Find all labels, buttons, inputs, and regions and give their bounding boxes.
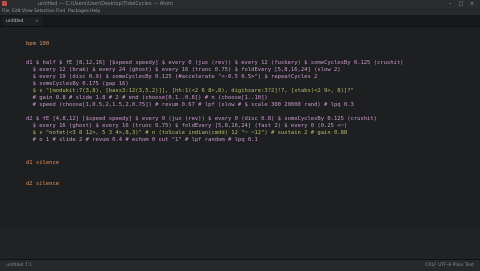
code-line-11[interactable]: d2 $ fE [4,8,12] [$speed speedy] $ every… bbox=[26, 116, 377, 123]
status-right: CRLF UTF-8 Plain Text bbox=[425, 263, 474, 268]
atom-app-icon bbox=[2, 1, 7, 6]
code-line-1[interactable]: bpm 100 bbox=[26, 41, 49, 48]
status-left: untitled 7:1 bbox=[6, 263, 33, 268]
code-line-8[interactable]: # gain 0.8 # slide 1.8 # 2 # end (choose… bbox=[26, 95, 268, 102]
menu-bar: File Edit View Selection Find Packages H… bbox=[0, 8, 480, 15]
menu-selection[interactable]: Selection bbox=[34, 9, 55, 14]
editor-window: untitled — C:\Users\User\Desktop\TidalCy… bbox=[0, 0, 480, 271]
status-bar: untitled 7:1 CRLF UTF-8 Plain Text bbox=[0, 259, 480, 271]
code-line-12[interactable]: $ every 16 (ghost) $ every 16 (trunc 0.7… bbox=[26, 123, 348, 130]
menu-find[interactable]: Find bbox=[56, 9, 65, 14]
vertical-scrollbar[interactable] bbox=[476, 27, 480, 227]
close-button[interactable]: × bbox=[468, 1, 476, 7]
minimize-button[interactable]: – bbox=[446, 1, 454, 7]
code-line-3[interactable]: d1 $ half $ fE [8,12,16] [$speed speedy]… bbox=[26, 60, 404, 67]
code-line-4[interactable]: $ every 12 (brak) $ every 24 (ghost) $ e… bbox=[26, 67, 341, 74]
menu-view[interactable]: View bbox=[22, 9, 33, 14]
code-line-20[interactable]: d2 silence bbox=[26, 181, 59, 188]
menu-help[interactable]: Help bbox=[90, 9, 100, 14]
code-line-6[interactable]: $ someCyclesBy 0.175 (gap 16) bbox=[26, 81, 129, 88]
code-line-7[interactable]: $ s "[modukit:7(3,8), [bass3:12(3,5,2)]]… bbox=[26, 88, 354, 95]
code-line-14[interactable]: # o 1 # slide 2 # revum 0.4 # echom 0 cu… bbox=[26, 137, 258, 144]
code-editor[interactable]: bpm 100 d1 $ half $ fE [8,12,16] [$speed… bbox=[0, 27, 480, 259]
tab-untitled[interactable]: untitled × bbox=[2, 17, 42, 26]
code-line-13[interactable]: $ s "nofet(<3 8 12>, 5 3 4>,8,3)" # n (t… bbox=[26, 130, 348, 137]
maximize-button[interactable]: □ bbox=[457, 1, 465, 7]
tab-close-icon[interactable]: × bbox=[35, 19, 39, 24]
code-line-9[interactable]: # speed (choose[1,0.5,2,1.5,2,0.75]) # r… bbox=[26, 102, 354, 109]
tab-label: untitled bbox=[6, 19, 24, 24]
menu-packages[interactable]: Packages bbox=[68, 9, 89, 14]
code-line-5[interactable]: $ every 19 (disc 0.9) $ someCyclesBy 0.1… bbox=[26, 74, 318, 81]
code-line-17[interactable]: d1 silence bbox=[26, 160, 59, 167]
menu-file[interactable]: File bbox=[2, 9, 10, 14]
line-gutter bbox=[0, 27, 20, 259]
window-title: untitled — C:\Users\User\Desktop\TidalCy… bbox=[38, 1, 173, 7]
title-bar: untitled — C:\Users\User\Desktop\TidalCy… bbox=[0, 0, 480, 8]
menu-edit[interactable]: Edit bbox=[12, 9, 21, 14]
tab-bar: untitled × bbox=[0, 15, 480, 27]
ghost-overlay-text bbox=[0, 227, 480, 259]
